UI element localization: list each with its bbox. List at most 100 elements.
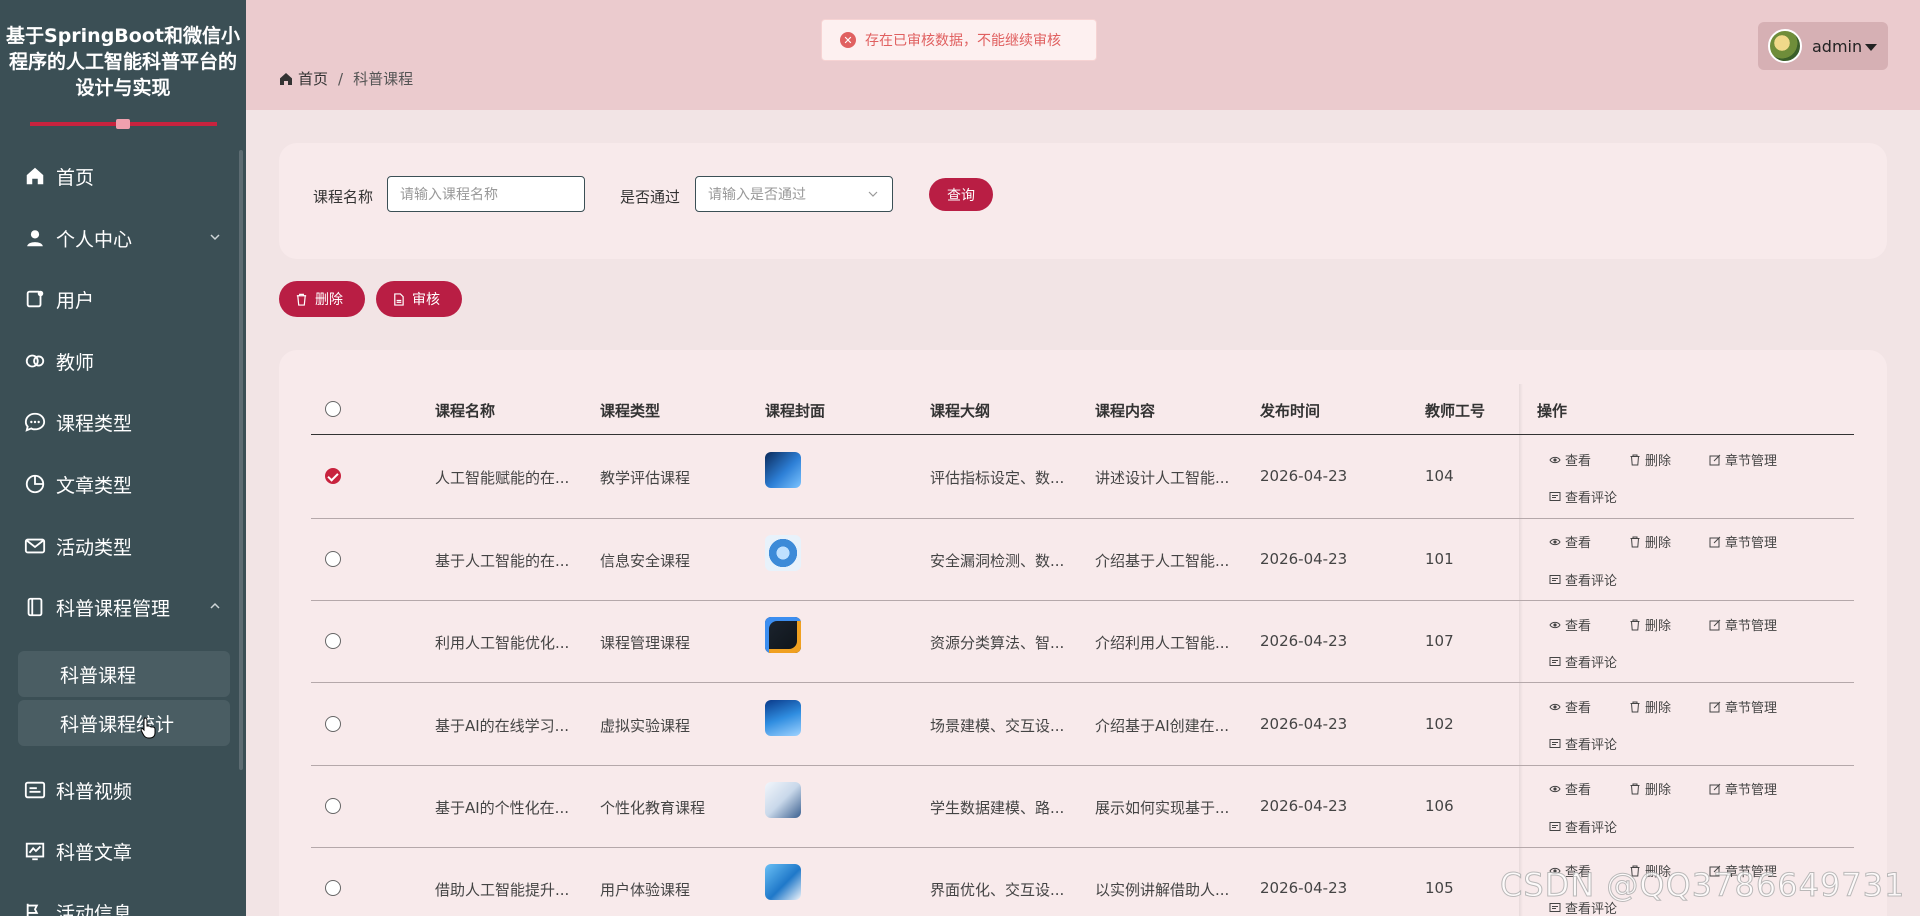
course-outline: 资源分类算法、智... (930, 634, 1065, 652)
review-button[interactable]: 审核 (376, 281, 462, 317)
sidebar-scrollbar[interactable] (239, 150, 243, 770)
teacher-id: 102 (1425, 715, 1454, 733)
delete-label: 删除 (1645, 454, 1672, 469)
sidebar-item-course-types[interactable]: 课程类型 (0, 400, 236, 444)
sidebar-item-users[interactable]: 用户 (0, 277, 236, 321)
column-header-date: 发布时间 (1260, 402, 1321, 420)
caret-down-icon (1865, 43, 1878, 51)
row-delete-button[interactable]: 删除 (1629, 615, 1671, 634)
view-comments-button[interactable]: 查看评论 (1549, 570, 1617, 589)
view-button[interactable]: 查看 (1549, 450, 1591, 469)
sidebar-item-teachers[interactable]: 教师 (0, 339, 236, 383)
row-delete-button[interactable]: 删除 (1629, 450, 1671, 469)
sidebar-item-activities[interactable]: 活动信息 (0, 890, 236, 916)
chapter-management-button[interactable]: 章节管理 (1709, 450, 1777, 469)
course-type: 信息安全课程 (600, 552, 691, 570)
chapter-management-button[interactable]: 章节管理 (1709, 697, 1777, 716)
row-delete-button[interactable]: 删除 (1629, 697, 1671, 716)
row-checkbox[interactable] (325, 798, 341, 814)
sidebar-item-course-management[interactable]: 科普课程管理 (0, 585, 236, 629)
sidebar: 基于SpringBoot和微信小程序的人工智能科普平台的设计与实现 首页 个人中… (0, 0, 246, 916)
column-header-name: 课程名称 (435, 402, 496, 420)
course-type: 用户体验课程 (600, 881, 691, 899)
activity-icon (22, 899, 48, 916)
row-delete-button[interactable]: 删除 (1629, 532, 1671, 551)
row-checkbox[interactable] (325, 716, 341, 732)
article-icon (22, 838, 48, 864)
eye-icon (1549, 785, 1561, 792)
chevron-down-icon (868, 191, 878, 197)
home-icon[interactable] (278, 71, 294, 87)
pie-icon (22, 471, 48, 497)
review-button-label: 审核 (412, 292, 440, 308)
view-comments-button[interactable]: 查看评论 (1549, 734, 1617, 753)
row-divider (311, 682, 1854, 683)
user-name: admin (1812, 36, 1863, 56)
eye-icon (1549, 456, 1561, 463)
pass-select[interactable]: 请输入是否通过 (695, 176, 893, 212)
row-checkbox[interactable] (325, 880, 341, 896)
user-icon (22, 225, 48, 251)
video-icon (22, 777, 48, 803)
mail-icon (22, 533, 48, 559)
sidebar-item-articles[interactable]: 科普文章 (0, 829, 236, 873)
avatar (1768, 29, 1802, 63)
column-header-teacher-id: 教师工号 (1425, 402, 1486, 420)
table-header-divider (311, 434, 1854, 435)
sidebar-subitem-courses[interactable]: 科普课程 (18, 651, 230, 697)
row-divider (311, 518, 1854, 519)
chapter-management-button[interactable]: 章节管理 (1709, 615, 1777, 634)
course-name-input[interactable]: 请输入课程名称 (387, 176, 585, 212)
course-content: 以实例讲解借助人... (1095, 881, 1230, 899)
sidebar-item-article-types[interactable]: 文章类型 (0, 462, 236, 506)
trash-icon (296, 293, 307, 306)
course-content: 介绍利用人工智能... (1095, 634, 1230, 652)
query-button[interactable]: 查询 (929, 178, 993, 211)
comments-label: 查看评论 (1565, 738, 1618, 753)
delete-label: 删除 (1645, 701, 1672, 716)
edit-icon (1709, 454, 1721, 465)
delete-label: 删除 (1645, 619, 1672, 634)
chapter-management-button[interactable]: 章节管理 (1709, 779, 1777, 798)
view-comments-button[interactable]: 查看评论 (1549, 652, 1617, 671)
breadcrumb-home[interactable]: 首页 (298, 68, 328, 89)
view-button[interactable]: 查看 (1549, 779, 1591, 798)
sidebar-item-activity-types[interactable]: 活动类型 (0, 524, 236, 568)
eye-icon (1549, 538, 1561, 545)
chevron-up-icon (210, 602, 220, 609)
teacher-id: 105 (1425, 879, 1454, 897)
course-name: 基于AI的个性化在... (435, 799, 569, 817)
view-button[interactable]: 查看 (1549, 532, 1591, 551)
sidebar-item-home[interactable]: 首页 (0, 154, 236, 198)
view-comments-button[interactable]: 查看评论 (1549, 817, 1617, 836)
chapters-label: 章节管理 (1725, 619, 1778, 634)
select-all-checkbox[interactable] (325, 401, 341, 417)
course-cover-image (765, 452, 801, 488)
row-checkbox[interactable] (325, 551, 341, 567)
column-header-operations: 操作 (1537, 402, 1568, 420)
sidebar-item-personal-center[interactable]: 个人中心 (0, 216, 236, 260)
sidebar-item-videos[interactable]: 科普视频 (0, 768, 236, 812)
view-button[interactable]: 查看 (1549, 697, 1591, 716)
view-label: 查看 (1565, 701, 1592, 716)
fixed-column-shadow (1519, 384, 1523, 916)
mouse-cursor-icon (140, 717, 156, 739)
delete-button-label: 删除 (315, 292, 343, 308)
row-checkbox[interactable] (325, 633, 341, 649)
row-delete-button[interactable]: 删除 (1629, 779, 1671, 798)
chapters-label: 章节管理 (1725, 536, 1778, 551)
course-name: 基于AI的在线学习... (435, 717, 569, 735)
edit-icon (1709, 701, 1721, 712)
home-icon (22, 163, 48, 189)
user-menu[interactable]: admin (1758, 22, 1888, 70)
view-comments-button[interactable]: 查看评论 (1549, 487, 1617, 506)
sidebar-subitem-course-stats[interactable]: 科普课程统计 (18, 700, 230, 746)
view-button[interactable]: 查看 (1549, 615, 1591, 634)
comment-icon (1549, 656, 1561, 666)
delete-button[interactable]: 删除 (279, 281, 365, 317)
chapter-management-button[interactable]: 章节管理 (1709, 532, 1777, 551)
row-checkbox[interactable] (325, 468, 341, 484)
publish-date: 2026-04-23 (1260, 467, 1348, 485)
sidebar-item-label: 个人中心 (56, 228, 133, 251)
course-name-label: 课程名称 (313, 188, 374, 206)
